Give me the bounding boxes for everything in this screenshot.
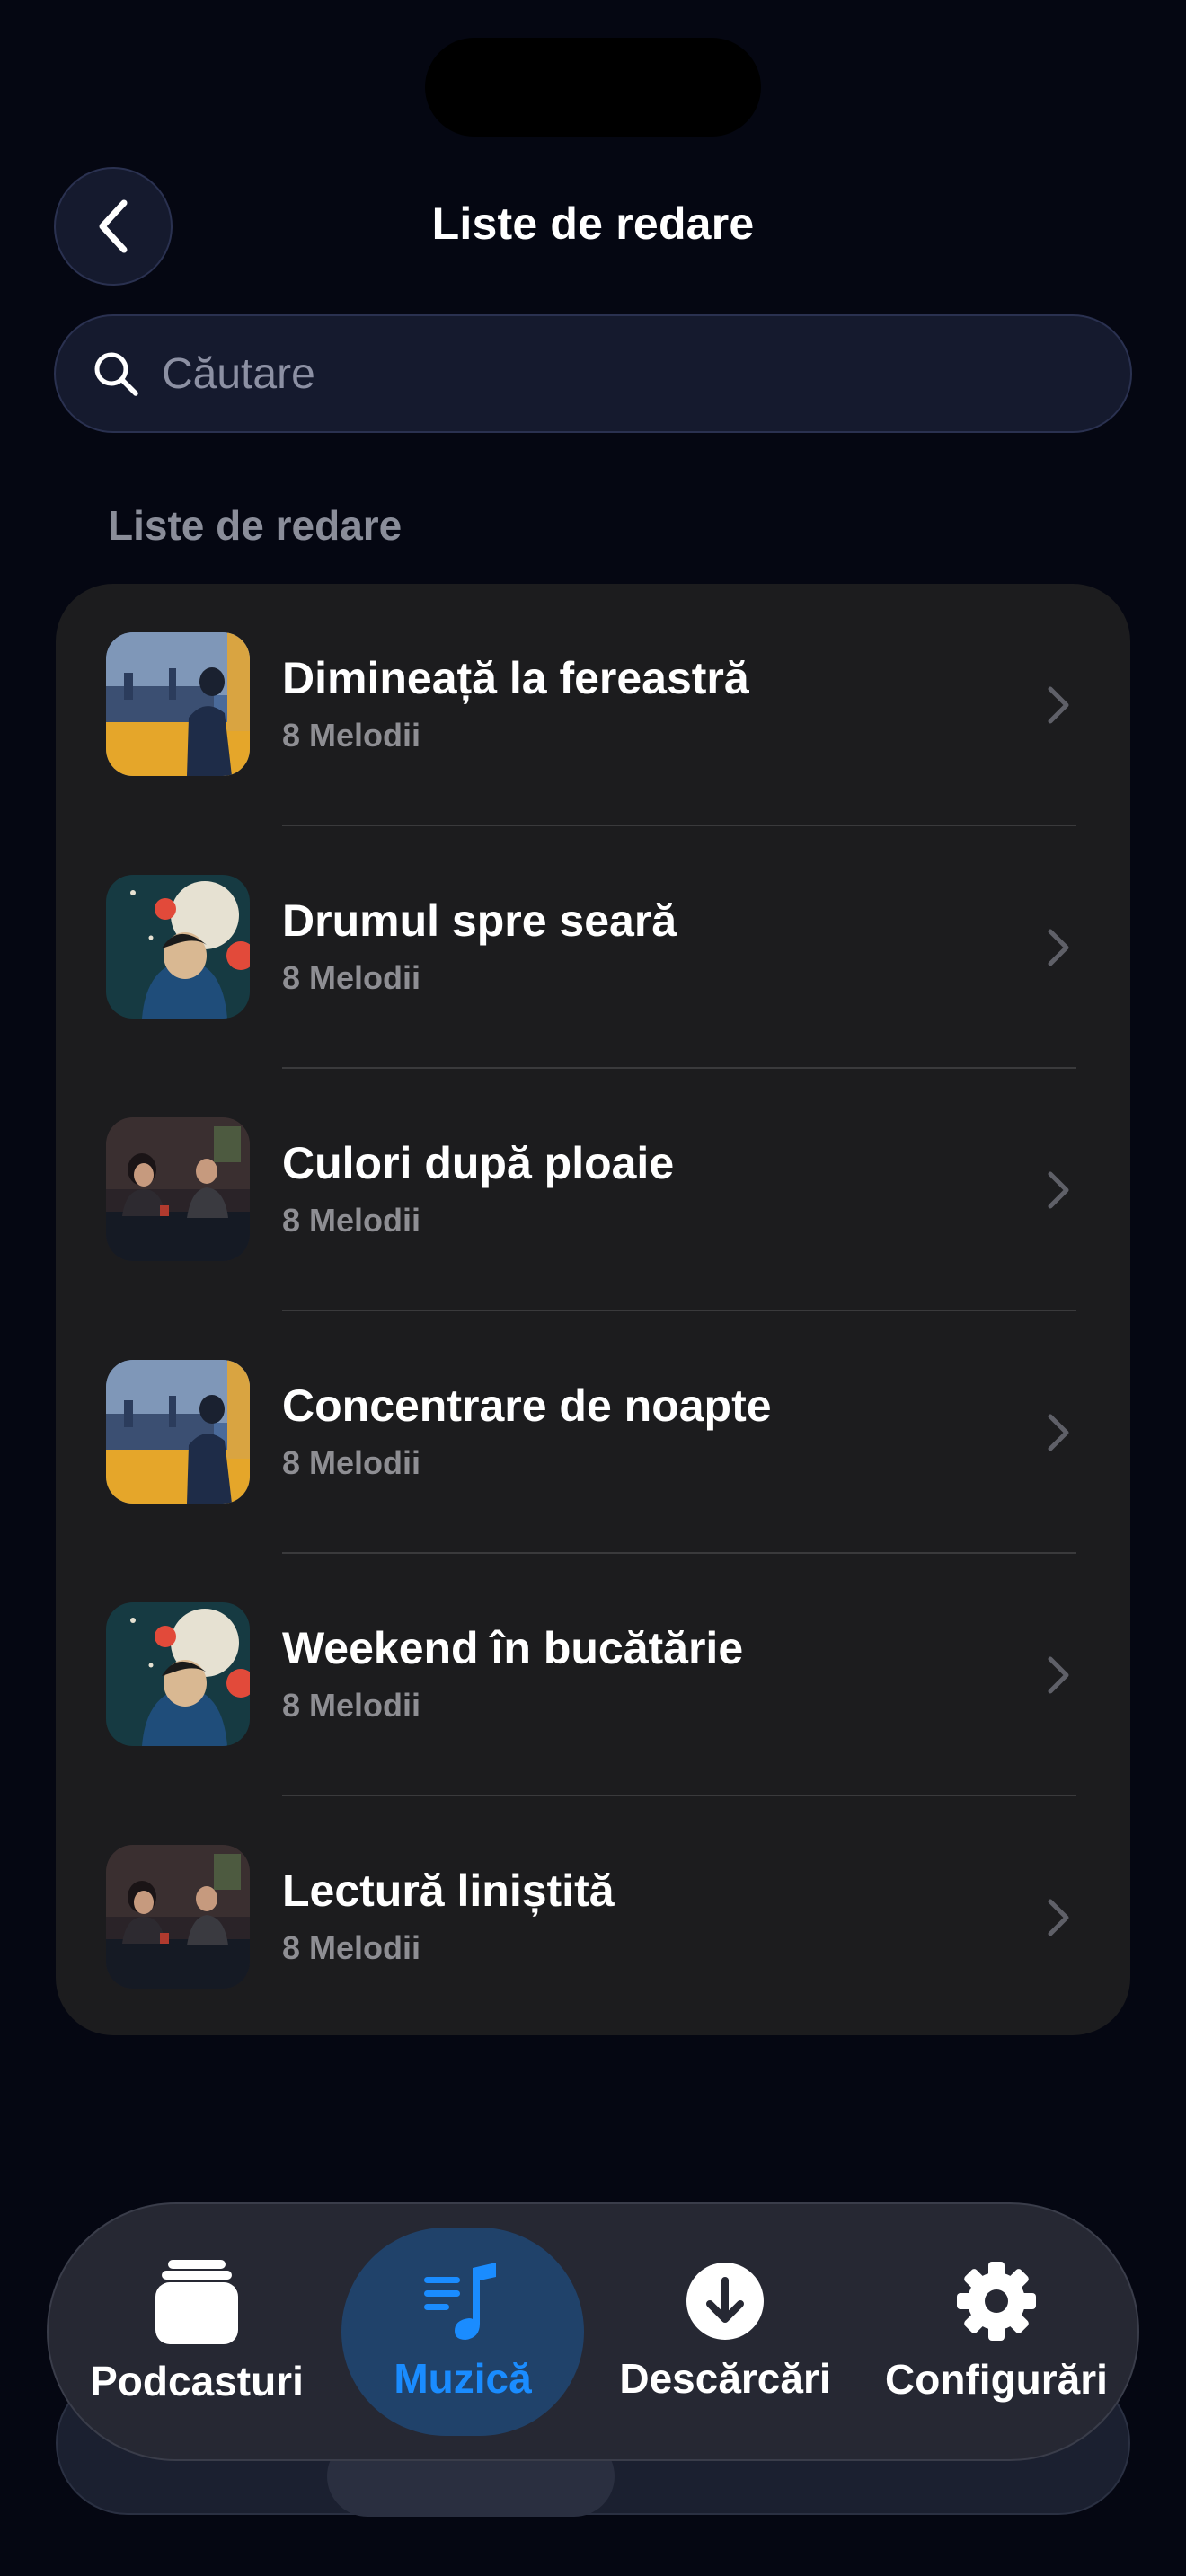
chevron-right-icon — [1048, 929, 1069, 966]
tab-label: Muzică — [394, 2355, 532, 2402]
tab-label: Descărcări — [619, 2355, 831, 2402]
playlist-row[interactable]: Culori după ploaie 8 Melodii — [56, 1069, 1130, 1311]
tab-bar: Podcasturi Muzică Descărcări Configurări — [47, 2202, 1139, 2461]
playlist-count: 8 Melodii — [282, 959, 421, 996]
playlist-title: Concentrare de noapte — [282, 1381, 772, 1431]
playlist-row[interactable]: Dimineață la fereastră 8 Melodii — [56, 584, 1130, 826]
chevron-right-icon — [1048, 1171, 1069, 1209]
playlist-title: Dimineață la fereastră — [282, 653, 749, 703]
playlist-row[interactable]: Weekend în bucătărie 8 Melodii — [56, 1554, 1130, 1796]
stack-icon — [155, 2260, 238, 2344]
search-icon — [92, 349, 140, 398]
music-note-icon — [424, 2263, 496, 2340]
playlist-row[interactable]: Lectură liniștită 8 Melodii — [56, 1796, 1130, 2039]
playlist-count: 8 Melodii — [282, 1202, 421, 1239]
gear-icon — [957, 2262, 1036, 2341]
tab-settings[interactable]: Configurări — [866, 2204, 1127, 2459]
playlist-count: 8 Melodii — [282, 717, 421, 754]
chevron-right-icon — [1048, 1899, 1069, 1936]
search-input[interactable] — [160, 348, 1062, 400]
playlist-list: Dimineață la fereastră 8 Melodii Drumul … — [56, 584, 1130, 2035]
playlist-title: Culori după ploaie — [282, 1138, 675, 1188]
tab-label: Podcasturi — [90, 2358, 304, 2404]
section-label: Liste de redare — [108, 502, 403, 549]
playlist-title: Drumul spre seară — [282, 895, 677, 946]
playlist-count: 8 Melodii — [282, 1444, 421, 1481]
download-circle-icon — [686, 2263, 764, 2340]
tab-downloads[interactable]: Descărcări — [604, 2204, 846, 2459]
chevron-right-icon — [1048, 1656, 1069, 1694]
chevron-right-icon — [1048, 686, 1069, 724]
chevron-right-icon — [1048, 1414, 1069, 1451]
page-title: Liste de redare — [431, 198, 755, 249]
dynamic-island — [425, 38, 761, 137]
tab-music[interactable]: Muzică — [341, 2204, 584, 2459]
playlist-count: 8 Melodii — [282, 1687, 421, 1724]
tab-label: Configurări — [885, 2356, 1108, 2403]
playlist-artwork — [106, 632, 250, 776]
search-bar[interactable] — [54, 314, 1132, 433]
playlist-artwork — [106, 875, 250, 1019]
playlist-artwork — [106, 1845, 250, 1989]
playlist-row[interactable]: Drumul spre seară 8 Melodii — [56, 826, 1130, 1069]
tab-podcasts[interactable]: Podcasturi — [75, 2204, 318, 2459]
playlist-count: 8 Melodii — [282, 1929, 421, 1966]
playlist-artwork — [106, 1602, 250, 1746]
playlist-row[interactable]: Concentrare de noapte 8 Melodii — [56, 1311, 1130, 1554]
playlist-title: Weekend în bucătărie — [282, 1623, 744, 1673]
playlist-artwork — [106, 1117, 250, 1261]
playlist-artwork — [106, 1360, 250, 1504]
playlist-title: Lectură liniștită — [282, 1866, 615, 1916]
